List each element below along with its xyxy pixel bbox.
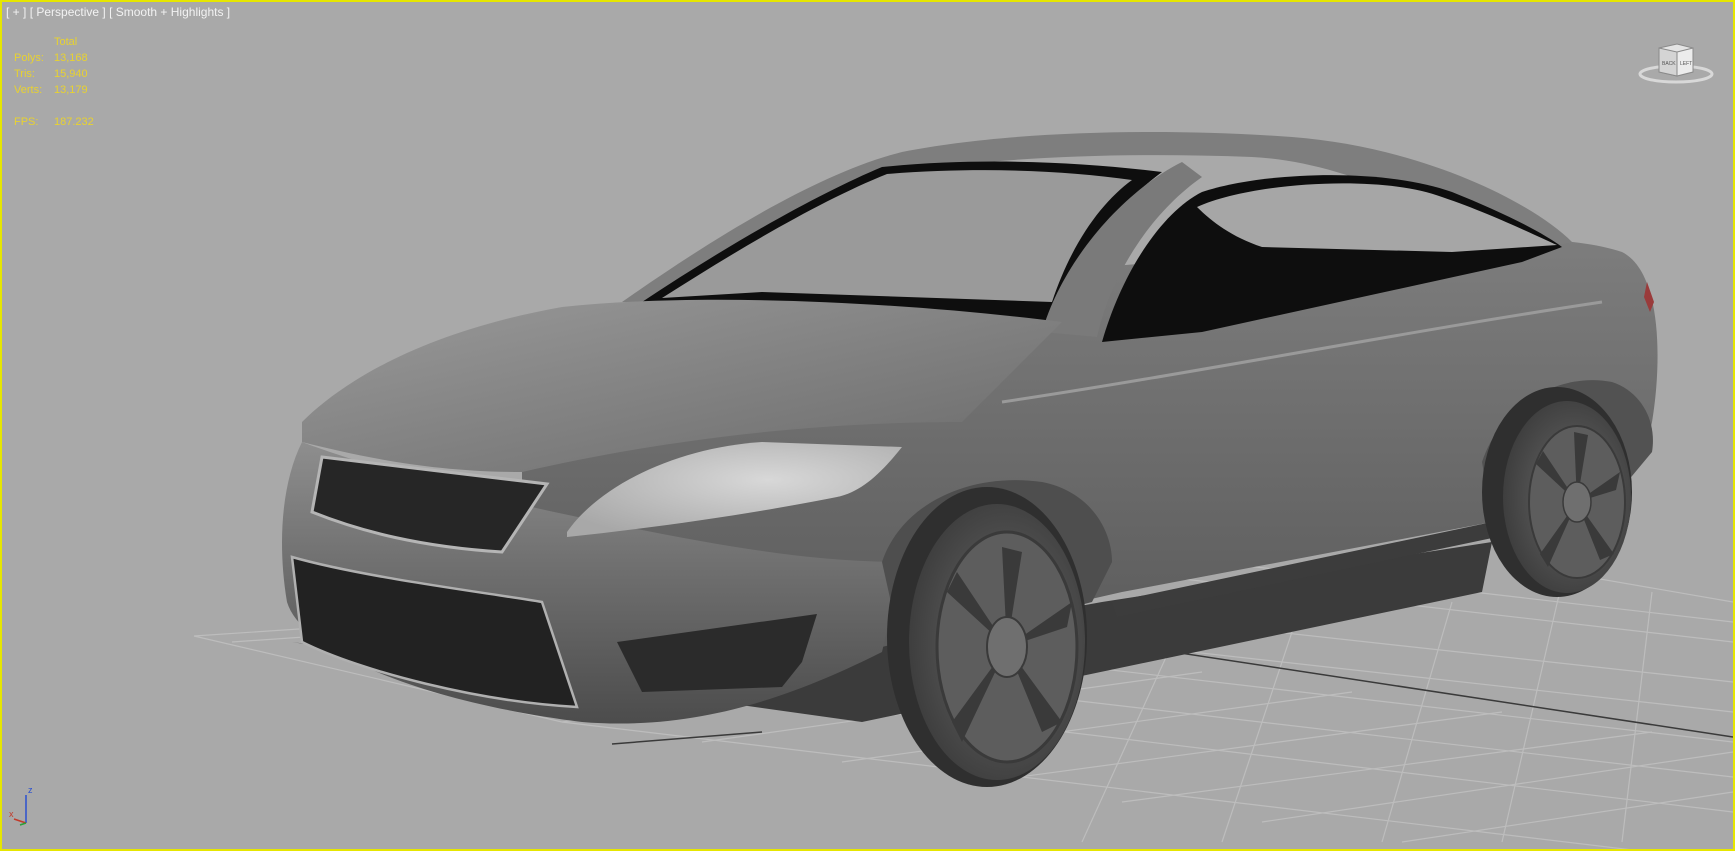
scene-canvas[interactable] [2,2,1733,849]
view-name-menu[interactable]: [ Perspective ] [30,5,106,19]
viewport-menu-button[interactable]: [ + ] [6,5,26,19]
stats-value: 15,940 [54,68,88,80]
stats-row-verts: Verts: 13,179 [14,82,114,98]
axis-x-label: x [9,809,14,819]
axis-gizmo: z x [9,785,33,826]
viewcube-left-face[interactable]: LEFT [1680,61,1692,67]
viewcube-back-face[interactable]: BACK [1662,61,1676,67]
stats-label: Polys: [14,52,44,64]
axis-z-label: z [28,785,33,795]
stats-row-fps: FPS: 187.232 [14,114,114,130]
stats-header: Total [54,36,78,48]
statistics-overlay: Total Polys: 13,168 Tris: 15,940 Verts: … [14,34,114,130]
stats-row-tris: Tris: 15,940 [14,66,114,82]
stats-row-polys: Polys: 13,168 [14,50,114,66]
car-rear-wheel [1482,387,1632,597]
fps-label: FPS: [14,116,39,128]
viewcube[interactable]: BACK LEFT [1637,38,1715,86]
stats-label: Tris: [14,68,35,80]
fps-value: 187.232 [54,116,94,128]
shading-mode-menu[interactable]: [ Smooth + Highlights ] [109,5,230,19]
car-front-wheel [887,487,1087,787]
viewport-label: [ + ] [ Perspective ] [ Smooth + Highlig… [6,5,230,19]
car-model[interactable] [282,132,1658,787]
stats-value: 13,168 [54,52,88,64]
stats-value: 13,179 [54,84,88,96]
stats-label: Verts: [14,84,43,96]
perspective-viewport[interactable]: [ + ] [ Perspective ] [ Smooth + Highlig… [0,0,1735,851]
grid-axis-line [611,731,763,745]
